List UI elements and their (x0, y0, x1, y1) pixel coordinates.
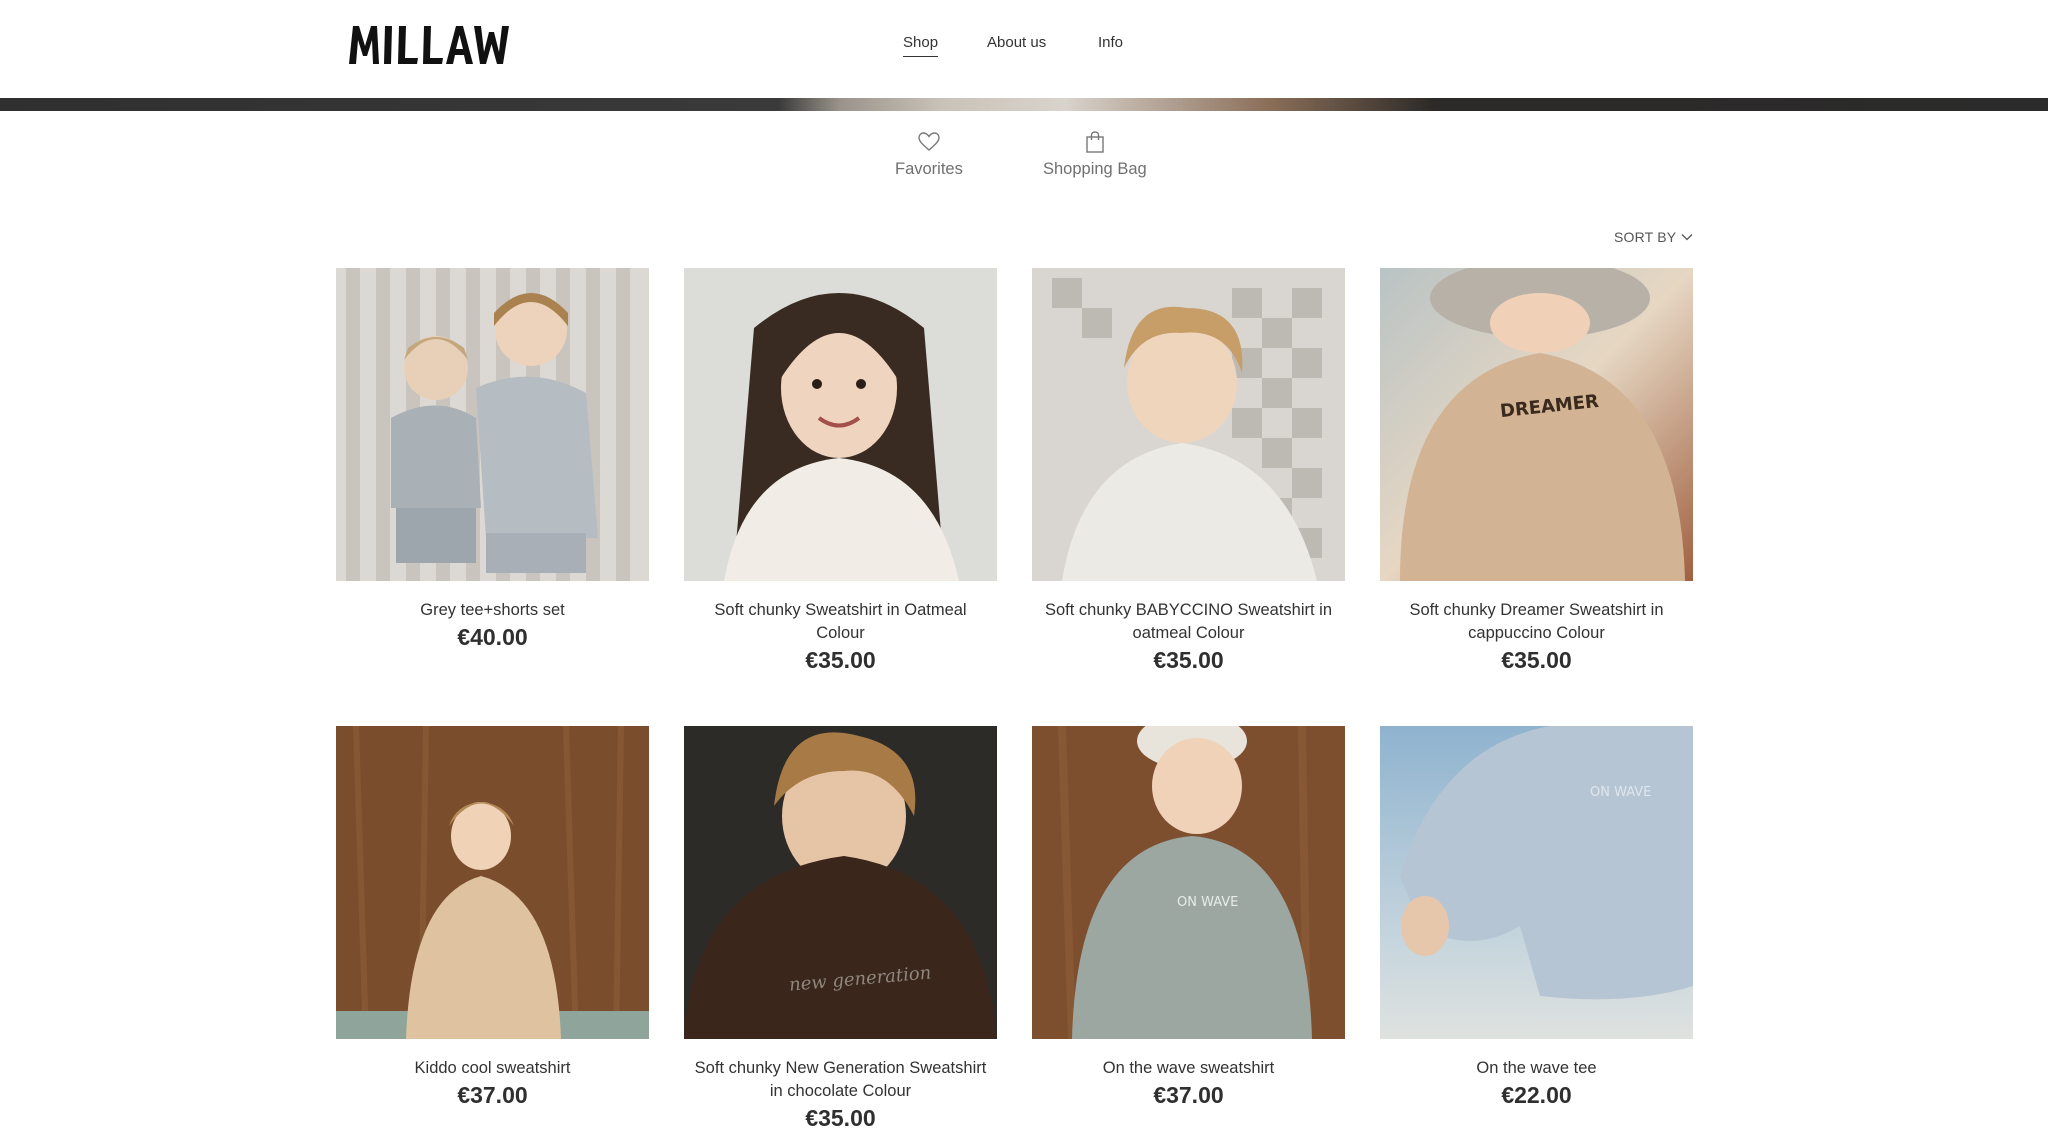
product-image[interactable] (336, 726, 649, 1039)
product-photo-oatmeal-sweatshirt (684, 268, 997, 581)
product-title[interactable]: Kiddo cool sweatshirt (336, 1057, 649, 1080)
product-image[interactable] (336, 268, 649, 581)
favorites-link[interactable]: Favorites (895, 130, 963, 179)
product-image[interactable]: new generation (684, 726, 997, 1039)
product-price: €35.00 (805, 647, 876, 673)
product-title[interactable]: Soft chunky BABYCCINO Sweatshirt in oatm… (1032, 599, 1345, 645)
product-title[interactable]: Soft chunky Dreamer Sweatshirt in cappuc… (1380, 599, 1693, 645)
product-price: €35.00 (1501, 647, 1572, 673)
product-price: €40.00 (457, 624, 528, 650)
product-price: €37.00 (457, 1082, 528, 1108)
product-card[interactable]: ON WAVE On the wave tee €22.00 (1380, 726, 1693, 1109)
product-photo-kiddo-sweatshirt (336, 726, 649, 1039)
hero-image-strip (0, 98, 2048, 111)
product-image[interactable]: ON WAVE (1032, 726, 1345, 1039)
site-header: Shop About us Info (0, 0, 2048, 98)
product-price: €35.00 (805, 1105, 876, 1131)
product-image[interactable]: DREAMER (1380, 268, 1693, 581)
shopping-bag-label: Shopping Bag (1043, 160, 1147, 178)
nav-info[interactable]: Info (1098, 34, 1123, 51)
product-card[interactable]: DREAMER Soft chunky Dreamer Sweatshirt i… (1380, 268, 1693, 674)
product-card[interactable]: Grey tee+shorts set €40.00 (336, 268, 649, 651)
shopping-bag-icon (1086, 131, 1104, 153)
quick-links: Favorites Shopping Bag (0, 130, 2048, 190)
product-photo-dreamer-sweatshirt: DREAMER (1380, 268, 1693, 581)
product-card[interactable]: new generation Soft chunky New Generatio… (684, 726, 997, 1132)
product-image[interactable] (684, 268, 997, 581)
product-card[interactable]: Soft chunky Sweatshirt in Oatmeal Colour… (684, 268, 997, 674)
product-price: €37.00 (1153, 1082, 1224, 1108)
sort-by-dropdown[interactable]: SORT BY (1614, 229, 1693, 245)
nav-about-us[interactable]: About us (987, 34, 1046, 51)
product-photo-on-the-wave-tee: ON WAVE (1380, 726, 1693, 1039)
product-title[interactable]: Grey tee+shorts set (336, 599, 649, 622)
product-photo-new-generation-sweatshirt: new generation (684, 726, 997, 1039)
product-image[interactable]: ON WAVE (1380, 726, 1693, 1039)
product-image[interactable] (1032, 268, 1345, 581)
nav-shop[interactable]: Shop (903, 34, 939, 57)
product-photo-on-the-wave-sweatshirt: ON WAVE (1032, 726, 1345, 1039)
product-title[interactable]: Soft chunky Sweatshirt in Oatmeal Colour (684, 599, 997, 645)
product-price: €35.00 (1153, 647, 1224, 673)
product-title[interactable]: On the wave tee (1380, 1057, 1693, 1080)
favorites-label: Favorites (895, 160, 963, 178)
svg-text:ON WAVE: ON WAVE (1590, 785, 1651, 800)
product-price: €22.00 (1501, 1082, 1572, 1108)
chevron-down-icon (1681, 234, 1693, 241)
shopping-bag-link[interactable]: Shopping Bag (1043, 130, 1147, 179)
product-card[interactable]: Kiddo cool sweatshirt €37.00 (336, 726, 649, 1109)
product-title[interactable]: Soft chunky New Generation Sweatshirt in… (684, 1057, 997, 1103)
product-title[interactable]: On the wave sweatshirt (1032, 1057, 1345, 1080)
sort-by-label: SORT BY (1614, 229, 1677, 245)
product-photo-grey-set (336, 268, 649, 581)
product-card[interactable]: Soft chunky BABYCCINO Sweatshirt in oatm… (1032, 268, 1345, 674)
product-photo-babyccino-sweatshirt (1032, 268, 1345, 581)
main-nav: Shop About us Info (0, 34, 2048, 64)
svg-text:ON WAVE: ON WAVE (1177, 895, 1238, 910)
heart-icon (918, 132, 940, 151)
product-card[interactable]: ON WAVE On the wave sweatshirt €37.00 (1032, 726, 1345, 1109)
